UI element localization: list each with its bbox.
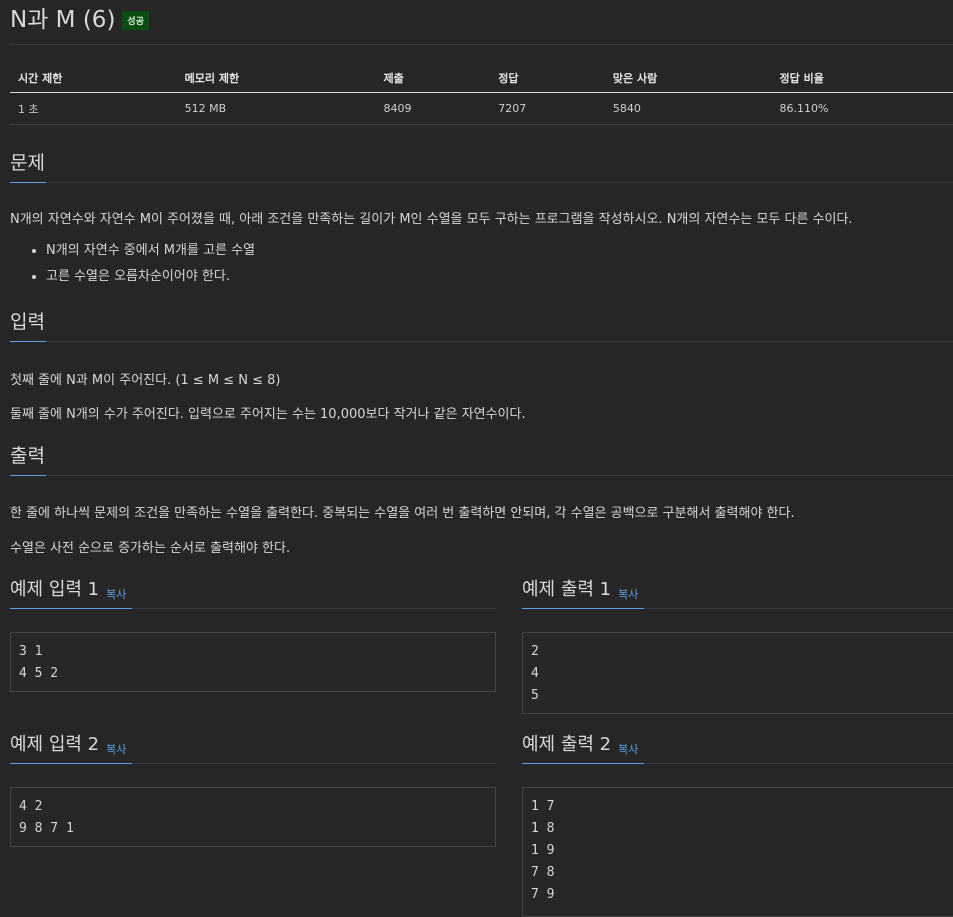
header-accepted: 정답 [490,63,605,93]
copy-button[interactable]: 복사 [618,738,638,762]
input-section-header: 입력 [10,309,953,342]
copy-button[interactable]: 복사 [106,738,126,762]
output-section-header: 출력 [10,443,953,476]
table-header-row: 시간 제한 메모리 제한 제출 정답 맞은 사람 정답 비율 [10,63,953,93]
sample-output-1-title: 예제 출력 1 [522,579,612,600]
sample-input-2-header: 예제 입력 2 복사 [10,733,496,763]
output-line-1: 한 줄에 하나씩 문제의 조건을 만족하는 수열을 출력한다. 중복되는 수열을… [10,506,795,521]
section-divider [10,182,953,183]
section-divider [522,608,953,609]
status-badge: 성공 [122,10,149,30]
title-divider [10,44,953,45]
input-heading: 입력 [10,311,45,333]
sample-output-1-code[interactable]: 2 4 5 [522,632,953,714]
sample-input-2-code[interactable]: 4 2 9 8 7 1 [10,787,496,847]
header-submissions: 제출 [375,63,491,93]
copy-button[interactable]: 복사 [618,583,638,607]
section-divider [522,763,953,764]
time-limit-value: 1 초 [10,92,177,125]
output-line-2: 수열은 사전 순으로 증가하는 순서로 출력해야 한다. [10,541,291,556]
output-heading: 출력 [10,445,45,467]
sample-input-2-title: 예제 입력 2 [10,734,100,755]
list-item: 고른 수열은 오름차순이어야 한다. [46,264,255,290]
sample-output-2-code[interactable]: 1 7 1 8 1 9 7 8 7 9 [522,787,953,917]
problem-header: N과 M (6) 성공 [10,0,149,34]
memory-limit-value: 512 MB [176,92,376,125]
accept-ratio-value: 86.110% [771,92,953,125]
input-line-1: 첫째 줄에 N과 M이 주어진다. (1 ≤ M ≤ N ≤ 8) [10,373,281,388]
table-row: 1 초 512 MB 8409 7207 5840 86.110% [10,92,953,125]
sample-input-1: 예제 입력 1 복사 3 1 4 5 2 [10,578,496,692]
sample-input-1-header: 예제 입력 1 복사 [10,578,496,608]
section-divider [10,763,496,764]
input-line-2: 둘째 줄에 N개의 수가 주어진다. 입력으로 주어지는 수는 10,000보다… [10,407,526,422]
sample-input-1-code[interactable]: 3 1 4 5 2 [10,632,496,692]
header-accept-ratio: 정답 비율 [771,63,953,93]
section-divider [10,341,953,342]
accepted-value: 7207 [490,92,605,125]
sample-input-1-title: 예제 입력 1 [10,579,100,600]
problem-info-table: 시간 제한 메모리 제한 제출 정답 맞은 사람 정답 비율 1 초 512 M… [10,63,953,125]
sample-output-2: 예제 출력 2 복사 1 7 1 8 1 9 7 8 7 9 [522,733,953,917]
sample-output-1-header: 예제 출력 1 복사 [522,578,953,608]
sample-input-2: 예제 입력 2 복사 4 2 9 8 7 1 [10,733,496,847]
problem-description: N개의 자연수와 자연수 M이 주어졌을 때, 아래 조건을 만족하는 길이가 … [10,212,853,227]
copy-button[interactable]: 복사 [106,583,126,607]
section-divider [10,608,496,609]
problem-title: N과 M (6) [10,7,116,33]
header-time-limit: 시간 제한 [10,63,177,93]
header-solved-users: 맞은 사람 [604,63,772,93]
problem-heading: 문제 [10,152,45,174]
condition-list: N개의 자연수 중에서 M개를 고른 수열 고른 수열은 오름차순이어야 한다. [10,238,255,290]
section-divider [10,475,953,476]
problem-section-header: 문제 [10,150,953,183]
submissions-value: 8409 [375,92,491,125]
sample-output-2-title: 예제 출력 2 [522,734,612,755]
header-memory-limit: 메모리 제한 [176,63,376,93]
list-item: N개의 자연수 중에서 M개를 고른 수열 [46,238,255,264]
sample-output-2-header: 예제 출력 2 복사 [522,733,953,763]
sample-output-1: 예제 출력 1 복사 2 4 5 [522,578,953,714]
solved-users-value: 5840 [604,92,772,125]
